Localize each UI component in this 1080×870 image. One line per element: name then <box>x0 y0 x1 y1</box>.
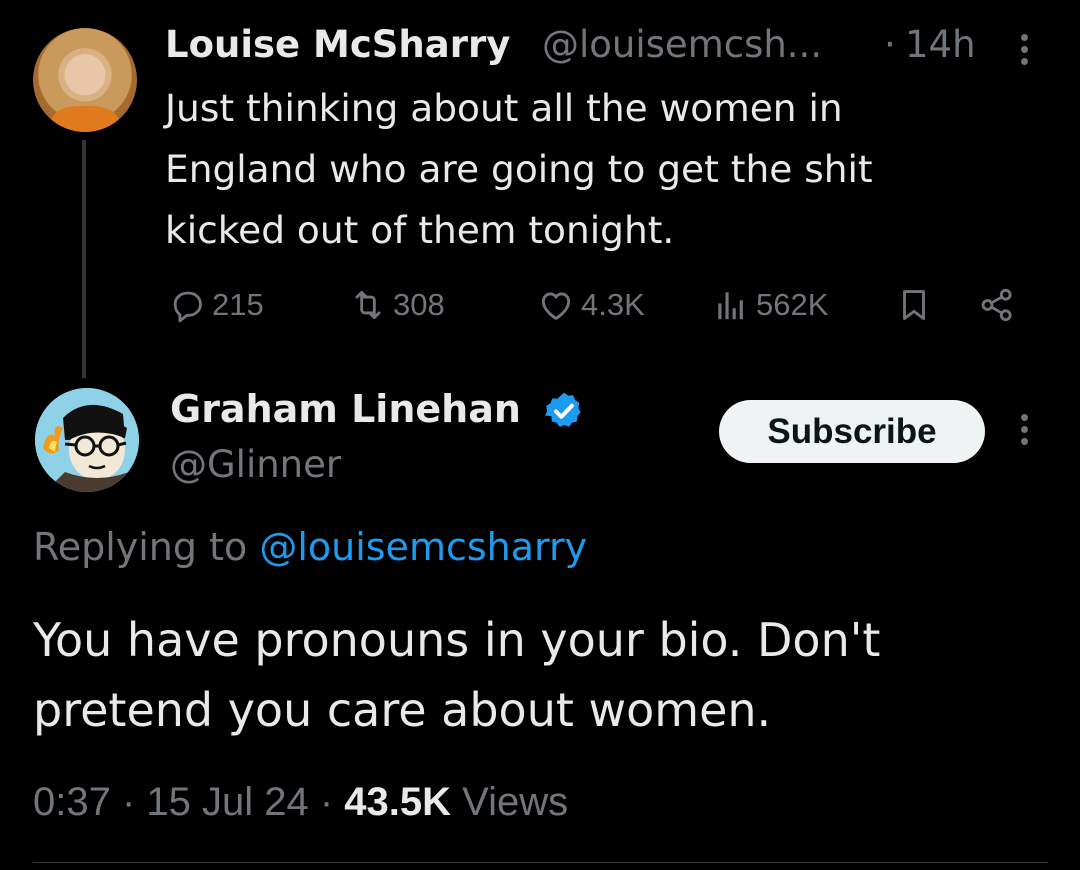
views-count: 562K <box>756 287 829 322</box>
author-name[interactable]: Graham Linehan <box>170 387 521 431</box>
avatar-louise[interactable] <box>33 28 137 132</box>
views-icon <box>718 292 743 320</box>
views-label: Views <box>462 780 569 824</box>
tweet-timestamp[interactable]: 14h <box>905 23 976 66</box>
tweet-time[interactable]: 0:37 <box>33 780 111 824</box>
bookmark-icon <box>903 290 925 320</box>
separator-dot: · <box>884 23 896 66</box>
avatar-graham[interactable] <box>35 388 139 492</box>
reply-icon <box>173 291 202 323</box>
like-count: 4.3K <box>581 287 645 322</box>
subscribe-button[interactable]: Subscribe <box>719 400 985 463</box>
more-icon[interactable] <box>1021 414 1029 450</box>
views-count: 43.5K <box>344 780 452 824</box>
like-button[interactable]: 4.3K <box>537 285 645 325</box>
share-icon <box>981 288 1012 322</box>
repost-count: 308 <box>393 287 445 322</box>
repost-button[interactable]: 308 <box>349 285 445 325</box>
replying-prefix: Replying to <box>33 525 260 569</box>
replying-to: Replying to @louisemcsharry <box>33 525 587 569</box>
author-name[interactable]: Louise McSharry <box>165 23 510 66</box>
repost-icon <box>355 290 381 320</box>
author-handle[interactable]: @louisemcsh... <box>542 23 822 66</box>
like-icon <box>541 292 571 320</box>
tweet-meta: 0:37 · 15 Jul 24 · 43.5K Views <box>33 780 568 825</box>
thread-line <box>82 140 86 378</box>
tweet-date[interactable]: 15 Jul 24 <box>146 780 308 824</box>
reply-count: 215 <box>212 287 264 322</box>
author-handle[interactable]: @Glinner <box>170 443 341 486</box>
share-button[interactable] <box>978 285 1016 325</box>
tweet-text: Just thinking about all the women in Eng… <box>165 86 873 252</box>
bookmark-button[interactable] <box>895 285 933 325</box>
separator-dot: · <box>110 780 147 824</box>
divider <box>33 862 1048 863</box>
views-button[interactable]: 562K <box>712 285 828 325</box>
separator-dot: · <box>308 780 345 824</box>
mention-link[interactable]: @louisemcsharry <box>259 525 587 569</box>
tweet-text: You have pronouns in your bio. Don't pre… <box>33 613 881 737</box>
more-icon[interactable] <box>1021 34 1029 70</box>
reply-button[interactable]: 215 <box>168 285 264 325</box>
verified-badge-icon <box>544 392 581 427</box>
